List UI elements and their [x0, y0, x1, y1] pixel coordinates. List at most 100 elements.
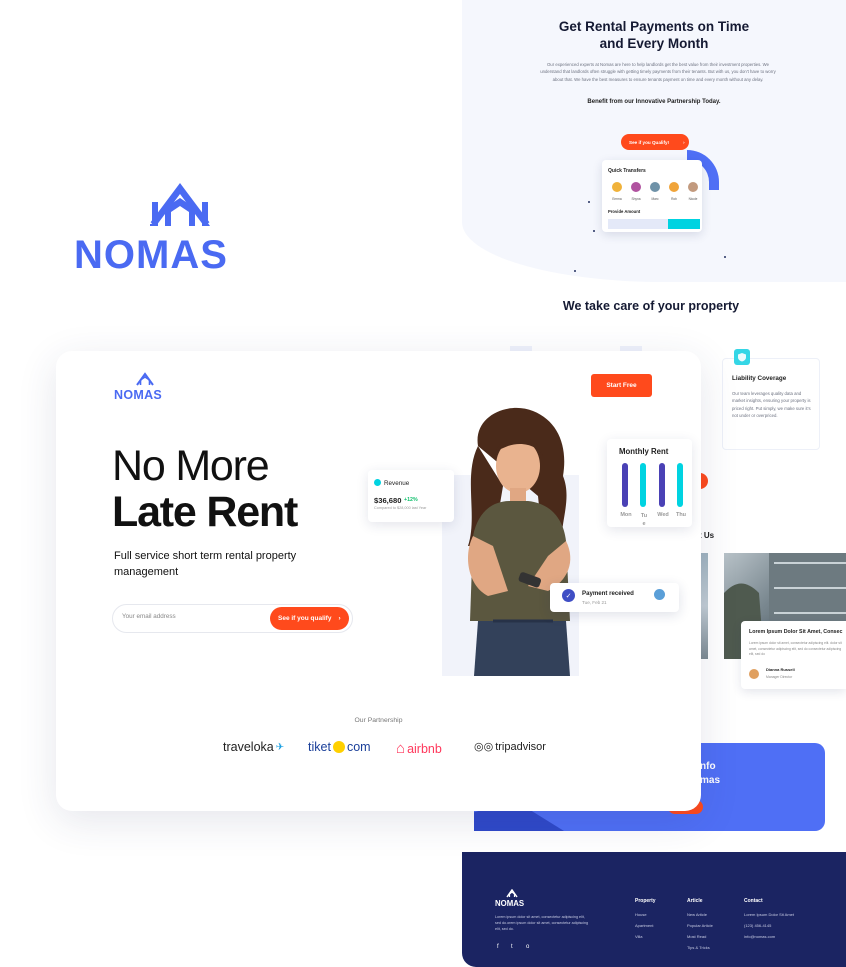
- hero-subtitle: Full service short term rental property …: [114, 550, 297, 578]
- day-label: Mon: [620, 512, 632, 518]
- qualify-button-small[interactable]: See if you Qualify! ›: [621, 134, 689, 150]
- footer-link[interactable]: Tips & Tricks: [687, 945, 710, 950]
- footer-heading-article: Article: [687, 898, 703, 904]
- partner-tripadvisor[interactable]: ◎◎ tripadvisor: [474, 740, 546, 754]
- footer-link[interactable]: Apartment: [635, 923, 653, 928]
- check-icon: ✓: [562, 589, 575, 602]
- decorative-dot: [574, 270, 576, 272]
- rent-bar: [659, 463, 665, 507]
- headline-line-1: No More: [112, 442, 270, 490]
- facebook-icon[interactable]: f: [497, 944, 499, 950]
- partner-name: com: [346, 740, 371, 754]
- partner-name: tripadvisor: [495, 740, 546, 753]
- revenue-label: Revenue: [384, 480, 410, 487]
- bird-icon: ✈: [275, 741, 285, 753]
- revenue-dot-icon: [374, 479, 381, 486]
- partner-name: airbnb: [407, 741, 442, 756]
- footer-link[interactable]: New Article: [687, 912, 707, 917]
- footer-description: Lorem ipsum dolor sit amet, consectetur …: [495, 915, 589, 931]
- blog-author: Dianna Russell: [766, 667, 795, 672]
- decorative-dot: [588, 201, 590, 203]
- dot-icon: [332, 741, 345, 753]
- footer-contact-email[interactable]: info@nomas.com: [744, 934, 775, 939]
- quick-transfers-title: Quick Transfers: [608, 168, 646, 174]
- revenue-value: $36,680: [374, 496, 402, 505]
- blog-title[interactable]: Lorem Ipsum Dolor Sit Amet, Consec: [749, 629, 842, 635]
- partnership-label: Our Partnership: [354, 717, 403, 724]
- avatar[interactable]: [611, 181, 623, 193]
- footer-logo[interactable]: NOMAS: [495, 899, 524, 908]
- owl-icon: ◎◎: [474, 741, 494, 753]
- footer: [462, 852, 846, 967]
- day-label: Thu: [675, 512, 687, 518]
- amount-input[interactable]: [608, 219, 668, 229]
- monthly-rent-title: Monthly Rent: [619, 447, 669, 456]
- footer-contact-phone[interactable]: (123) 456-4145: [744, 923, 771, 928]
- decorative-dot: [593, 230, 595, 232]
- blog-author-role: Manager Director: [766, 675, 793, 679]
- payment-title: Payment received: [582, 590, 634, 597]
- title-line-2: and Every Month: [599, 36, 709, 51]
- cta-line-1: nfo: [700, 761, 716, 772]
- avatar: [654, 589, 665, 600]
- twitter-icon[interactable]: t: [511, 944, 513, 950]
- section-description: Our experienced experts at Nomas are her…: [540, 62, 776, 82]
- qualify-label: See if you Qualify!: [629, 139, 670, 145]
- chevron-right-icon: ›: [683, 139, 685, 145]
- instagram-icon[interactable]: o: [526, 944, 529, 950]
- care-section-title: We take care of your property: [562, 299, 740, 313]
- benefit-text: Benefit from our Innovative Partnership …: [587, 99, 721, 105]
- decorative-dot: [724, 256, 726, 258]
- footer-heading-property: Property: [635, 898, 656, 904]
- person-name: Nicole: [688, 197, 698, 201]
- quick-transfers-card: Quick Transfers Emma Shyna Marc Rob Nico…: [602, 160, 702, 232]
- person-name: Shyna: [631, 197, 641, 201]
- email-placeholder[interactable]: Your email address: [122, 613, 176, 620]
- day-label: Tu e: [640, 513, 648, 527]
- feature-description: Our team leverages quality data and mark…: [732, 391, 811, 419]
- person-name: Marc: [651, 197, 659, 201]
- about-title-fragment: t Us: [699, 531, 715, 540]
- revenue-change: +12%: [404, 497, 418, 503]
- partner-name: traveloka: [223, 740, 274, 754]
- title-line-1: Get Rental Payments on Time: [558, 19, 750, 34]
- cta-text: nfo mas: [700, 760, 720, 788]
- footer-link[interactable]: House: [635, 912, 647, 917]
- footer-contact-address: Lorem Ipsum Dolor Sit Amet: [744, 912, 795, 917]
- avatar: [749, 669, 759, 679]
- hero-logo[interactable]: NOMAS: [114, 388, 162, 402]
- top-section-panel: Get Rental Payments on Time and Every Mo…: [462, 0, 846, 282]
- chevron-right-icon: ›: [338, 615, 341, 622]
- footer-link[interactable]: Popular Article: [687, 923, 713, 928]
- footer-link[interactable]: Most Read: [687, 934, 706, 939]
- nomas-logo-mark-icon: [136, 372, 154, 386]
- person-name: Rob: [671, 197, 677, 201]
- rent-bar: [640, 463, 646, 507]
- blog-description: Lorem ipsum dolor sit amet, consectetur …: [749, 641, 842, 657]
- avatar[interactable]: [687, 181, 699, 193]
- day-label: Wed: [657, 512, 669, 518]
- woman-with-phone-image: [468, 407, 571, 676]
- start-free-button[interactable]: Start Free: [591, 374, 652, 397]
- headline-line-2: Late Rent: [112, 488, 298, 536]
- feature-title: Liability Coverage: [732, 375, 787, 382]
- cta-line-2: mas: [700, 775, 721, 786]
- partner-tiket[interactable]: tiket com: [308, 740, 371, 754]
- qualify-button[interactable]: See if you qualify ›: [270, 607, 349, 630]
- rent-bar: [622, 463, 628, 507]
- hero-card: NOMAS Start Free No More Late Rent Full …: [56, 351, 701, 811]
- section-title: Get Rental Payments on Time and Every Mo…: [462, 18, 846, 52]
- footer-heading-contact: Contact: [744, 898, 763, 904]
- avatar[interactable]: [649, 181, 661, 193]
- nomas-logo-mark-icon: [506, 889, 518, 898]
- avatar[interactable]: [668, 181, 680, 193]
- partner-airbnb[interactable]: ⌂ airbnb: [396, 740, 442, 757]
- amount-label: Provide Amount: [608, 209, 641, 214]
- rent-bar: [677, 463, 683, 507]
- partner-traveloka[interactable]: traveloka ✈: [223, 740, 284, 754]
- airbnb-icon: ⌂: [396, 740, 406, 757]
- footer-link[interactable]: Villa: [635, 934, 643, 939]
- qualify-label: See if you qualify: [278, 615, 332, 622]
- avatar[interactable]: [630, 181, 642, 193]
- payment-date: Tue, Feb 21: [582, 600, 607, 605]
